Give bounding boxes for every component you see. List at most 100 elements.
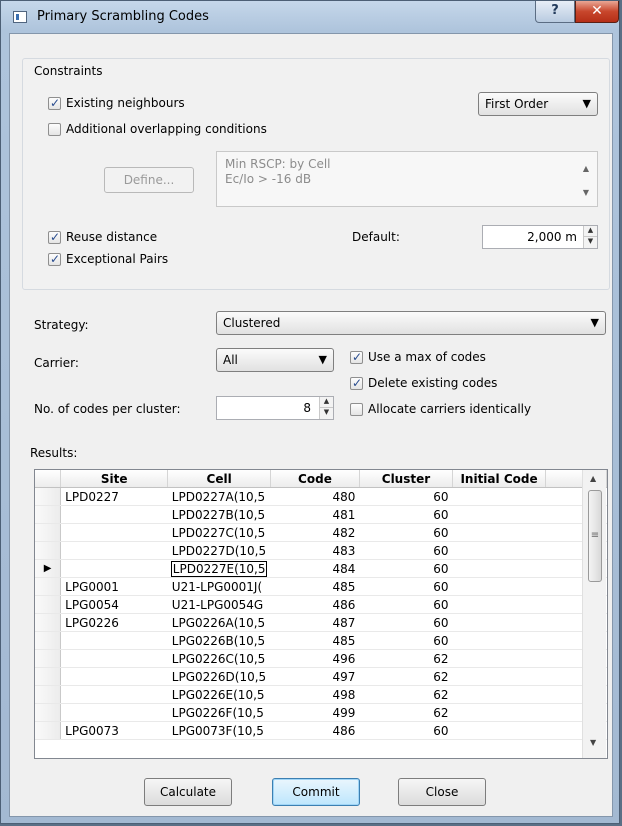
initial-code-cell[interactable] — [452, 487, 546, 506]
spin-down-icon[interactable]: ▼ — [319, 408, 333, 419]
exceptional-pairs-label[interactable]: Exceptional Pairs — [66, 252, 168, 266]
reuse-distance-label[interactable]: Reuse distance — [66, 230, 157, 244]
calculate-button[interactable]: Calculate — [144, 778, 232, 806]
table-row[interactable]: LPG0226B(10,5 485 60 — [35, 631, 607, 650]
scroll-down-icon[interactable]: ▼ — [590, 738, 596, 747]
site-cell[interactable] — [60, 685, 168, 704]
cluster-cell[interactable]: 60 — [359, 595, 453, 614]
row-header[interactable] — [35, 649, 62, 668]
site-cell[interactable]: LPG0054 — [60, 595, 168, 614]
cell-name-cell[interactable]: LPG0226F(10,5 — [167, 703, 271, 722]
close-button[interactable]: Close — [398, 778, 486, 806]
code-cell[interactable]: 496 — [270, 649, 360, 668]
code-cell[interactable]: 481 — [270, 505, 360, 524]
site-cell[interactable] — [60, 667, 168, 686]
scroll-thumb[interactable]: ≡ — [588, 490, 602, 582]
cluster-cell[interactable]: 60 — [359, 577, 453, 596]
code-cell[interactable]: 499 — [270, 703, 360, 722]
initial-code-cell[interactable] — [452, 505, 546, 524]
conditions-scroll-up-icon[interactable]: ▲ — [583, 164, 589, 173]
column-header-code[interactable]: Code — [270, 470, 360, 488]
row-header[interactable] — [35, 505, 62, 524]
row-header[interactable] — [35, 685, 62, 704]
cluster-cell[interactable]: 62 — [359, 685, 453, 704]
cell-name-cell[interactable]: LPG0073F(10,5 — [167, 721, 271, 740]
code-cell[interactable]: 486 — [270, 721, 360, 740]
cluster-cell[interactable]: 60 — [359, 523, 453, 542]
cluster-cell[interactable]: 60 — [359, 613, 453, 632]
code-cell[interactable]: 483 — [270, 541, 360, 560]
table-row[interactable]: LPG0226D(10,5 497 62 — [35, 667, 607, 686]
code-cell[interactable]: 497 — [270, 667, 360, 686]
use-max-codes-label[interactable]: Use a max of codes — [368, 350, 486, 364]
table-row[interactable]: LPG0001 U21-LPG0001J(485 60 — [35, 577, 607, 596]
table-row[interactable]: LPD0227B(10,5 481 60 — [35, 505, 607, 524]
additional-overlapping-checkbox[interactable] — [48, 123, 61, 136]
define-button[interactable]: Define... — [104, 167, 194, 193]
table-row[interactable]: LPD0227 LPD0227A(10,5 480 60 — [35, 487, 607, 506]
cell-name-cell[interactable]: LPD0227D(10,5 — [167, 541, 271, 560]
column-header-cluster[interactable]: Cluster — [359, 470, 454, 488]
table-row[interactable]: ▶ LPD0227E(10,5 484 60 — [35, 559, 607, 578]
cluster-cell[interactable]: 60 — [359, 631, 453, 650]
initial-code-cell[interactable] — [452, 721, 546, 740]
table-row[interactable]: LPD0227C(10,5 482 60 — [35, 523, 607, 542]
column-header-site[interactable]: Site — [60, 470, 169, 488]
cell-name-cell[interactable]: LPG0226A(10,5 — [167, 613, 271, 632]
spin-down-icon[interactable]: ▼ — [583, 237, 597, 248]
cluster-cell[interactable]: 60 — [359, 487, 453, 506]
row-header[interactable] — [35, 577, 62, 596]
allocate-carriers-checkbox[interactable] — [350, 403, 363, 416]
cell-name-cell[interactable]: LPD0227E(10,5 — [167, 559, 271, 578]
site-cell[interactable] — [60, 559, 168, 578]
delete-existing-codes-label[interactable]: Delete existing codes — [368, 376, 497, 390]
default-distance-input[interactable]: 2,000 m ▲ ▼ — [482, 225, 598, 249]
existing-neighbours-label[interactable]: Existing neighbours — [66, 96, 185, 110]
neighbour-order-select[interactable]: First Order ▼ — [478, 92, 598, 116]
codes-per-cluster-input[interactable]: 8 ▲ ▼ — [216, 396, 334, 420]
cluster-cell[interactable]: 60 — [359, 559, 453, 578]
additional-overlapping-label[interactable]: Additional overlapping conditions — [66, 122, 267, 136]
code-cell[interactable]: 498 — [270, 685, 360, 704]
code-cell[interactable]: 486 — [270, 595, 360, 614]
initial-code-cell[interactable] — [452, 703, 546, 722]
initial-code-cell[interactable] — [452, 577, 546, 596]
close-window-button[interactable]: ✕ — [575, 1, 619, 23]
code-cell[interactable]: 485 — [270, 631, 360, 650]
reuse-distance-checkbox[interactable] — [48, 230, 61, 244]
table-row[interactable]: LPG0054 U21-LPG0054G 486 60 — [35, 595, 607, 614]
initial-code-cell[interactable] — [452, 559, 546, 578]
help-button[interactable]: ? — [535, 1, 575, 23]
carrier-select[interactable]: All ▼ — [216, 348, 334, 372]
initial-code-cell[interactable] — [452, 523, 546, 542]
cell-name-cell[interactable]: U21-LPG0054G — [167, 595, 271, 614]
results-table[interactable]: Site Cell Code Cluster Initial Code LPD0… — [34, 469, 608, 759]
cell-name-cell[interactable]: U21-LPG0001J( — [167, 577, 271, 596]
cell-name-cell[interactable]: LPG0226B(10,5 — [167, 631, 271, 650]
table-row[interactable]: LPD0227D(10,5 483 60 — [35, 541, 607, 560]
delete-existing-codes-checkbox[interactable] — [350, 376, 363, 390]
cell-name-cell[interactable]: LPD0227C(10,5 — [167, 523, 271, 542]
table-row[interactable]: LPG0226 LPG0226A(10,5 487 60 — [35, 613, 607, 632]
cell-name-cell[interactable]: LPG0226D(10,5 — [167, 667, 271, 686]
site-cell[interactable] — [60, 505, 168, 524]
initial-code-cell[interactable] — [452, 649, 546, 668]
code-cell[interactable]: 485 — [270, 577, 360, 596]
cell-name-cell[interactable]: LPG0226C(10,5 — [167, 649, 271, 668]
row-header[interactable] — [35, 631, 62, 650]
initial-code-cell[interactable] — [452, 631, 546, 650]
strategy-select[interactable]: Clustered ▼ — [216, 311, 606, 335]
table-row[interactable]: LPG0073 LPG0073F(10,5 486 60 — [35, 721, 607, 740]
exceptional-pairs-checkbox[interactable] — [48, 252, 61, 266]
row-header[interactable] — [35, 523, 62, 542]
scroll-up-icon[interactable]: ▲ — [590, 474, 596, 483]
initial-code-cell[interactable] — [452, 541, 546, 560]
conditions-scroll-down-icon[interactable]: ▼ — [583, 188, 589, 197]
code-cell[interactable]: 482 — [270, 523, 360, 542]
use-max-codes-checkbox[interactable] — [350, 350, 363, 364]
allocate-carriers-label[interactable]: Allocate carriers identically — [368, 402, 531, 416]
site-cell[interactable] — [60, 703, 168, 722]
title-bar[interactable]: Primary Scrambling Codes ? ✕ — [1, 1, 621, 33]
cell-name-cell[interactable]: LPG0226E(10,5 — [167, 685, 271, 704]
site-cell[interactable]: LPG0073 — [60, 721, 168, 740]
